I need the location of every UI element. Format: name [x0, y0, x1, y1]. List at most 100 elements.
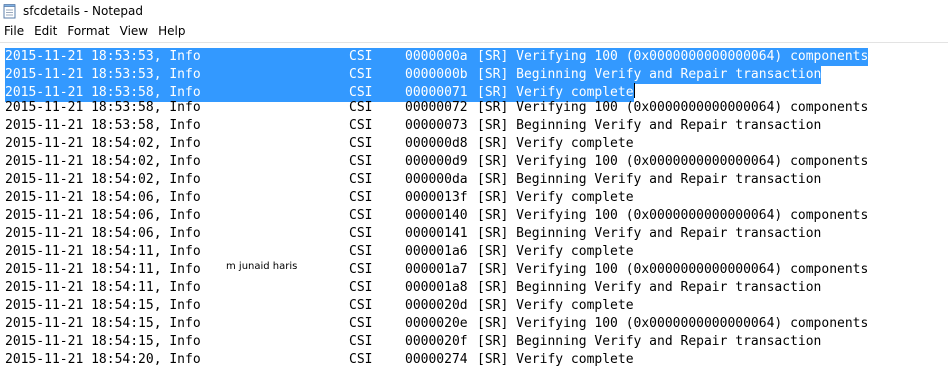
log-code: 00000274: [405, 352, 468, 367]
watermark-text: m junaid haris: [226, 261, 298, 272]
log-source: CSI: [349, 154, 373, 169]
log-timestamp: 2015-11-21 18:54:02, Info: [5, 136, 201, 151]
log-source: CSI: [349, 244, 373, 259]
log-code: 0000020e: [405, 316, 468, 331]
log-code: 0000000b: [405, 67, 468, 82]
log-source: CSI: [349, 316, 373, 331]
log-code: 000001a6: [405, 244, 468, 259]
log-code: 000000d8: [405, 136, 468, 151]
text-line-content: 2015-11-21 18:54:15, Info CSI 0000020f [SR]…: [5, 333, 868, 351]
log-source: CSI: [349, 226, 373, 241]
log-timestamp: 2015-11-21 18:54:06, Info: [5, 208, 201, 223]
notepad-window: sfcdetails - Notepad File Edit Format Vi…: [0, 0, 948, 370]
log-source: CSI: [349, 334, 373, 349]
log-timestamp: 2015-11-21 18:54:15, Info: [5, 334, 201, 349]
log-message: [SR] Verifying 100 (0x0000000000000064) …: [477, 49, 869, 64]
log-code: 00000073: [405, 118, 468, 133]
log-message: [SR] Verifying 100 (0x0000000000000064) …: [477, 100, 869, 115]
log-message: [SR] Verifying 100 (0x0000000000000064) …: [477, 154, 869, 169]
log-message: [SR] Verify complete: [477, 136, 634, 151]
log-message: [SR] Beginning Verify and Repair transac…: [477, 172, 822, 187]
text-line[interactable]: 2015-11-21 18:54:15, Info CSI 0000020e [SR]…: [5, 315, 868, 333]
log-code: 0000013f: [405, 190, 468, 205]
log-message: [SR] Verifying 100 (0x0000000000000064) …: [477, 208, 869, 223]
text-line-content: 2015-11-21 18:54:15, Info CSI 0000020d [SR]…: [5, 297, 868, 315]
text-line[interactable]: 2015-11-21 18:53:53, Info CSI 0000000a [SR]…: [5, 45, 869, 66]
log-source: CSI: [349, 49, 373, 64]
menu-view[interactable]: View: [115, 22, 153, 41]
log-code: 00000141: [405, 226, 468, 241]
text-line[interactable]: 2015-11-21 18:54:02, Info CSI 000000d9 [SR]…: [5, 153, 868, 171]
log-code: 0000020d: [405, 298, 468, 313]
text-line[interactable]: 2015-11-21 18:54:15, Info CSI 0000020f [SR]…: [5, 333, 868, 351]
text-caret: [634, 83, 635, 98]
log-timestamp: 2015-11-21 18:54:06, Info: [5, 226, 201, 241]
menu-edit[interactable]: Edit: [29, 22, 62, 41]
log-timestamp: 2015-11-21 18:54:11, Info: [5, 262, 201, 277]
log-source: CSI: [349, 172, 373, 187]
log-message: [SR] Verifying 100 (0x0000000000000064) …: [477, 262, 869, 277]
log-timestamp: 2015-11-21 18:53:58, Info: [5, 100, 201, 115]
text-editor-area[interactable]: 2015-11-21 18:53:53, Info CSI 0000000a [SR]…: [0, 42, 948, 370]
log-timestamp: 2015-11-21 18:54:11, Info: [5, 280, 201, 295]
selected-text-line: 2015-11-21 18:53:53, Info CSI 0000000b [SR]…: [5, 66, 822, 84]
text-line-content: 2015-11-21 18:54:02, Info CSI 000000d9 [SR]…: [5, 153, 868, 171]
log-source: CSI: [349, 67, 373, 82]
text-line-content: 2015-11-21 18:54:11, Info CSI 000001a6 [SR]…: [5, 243, 868, 261]
text-line[interactable]: 2015-11-21 18:53:53, Info CSI 0000000b [SR]…: [5, 63, 868, 84]
text-line-content: 2015-11-21 18:54:06, Info CSI 00000140 [SR]…: [5, 207, 868, 225]
text-line-content: 2015-11-21 18:54:06, Info CSI 0000013f [SR]…: [5, 189, 868, 207]
text-line[interactable]: 2015-11-21 18:53:58, Info CSI 00000073 [SR]…: [5, 117, 868, 135]
menu-bar: File Edit Format View Help: [0, 22, 948, 41]
log-code: 000001a8: [405, 280, 468, 295]
log-timestamp: 2015-11-21 18:54:11, Info: [5, 244, 201, 259]
log-message: [SR] Verify complete: [477, 352, 634, 367]
log-message: [SR] Verify complete: [477, 244, 634, 259]
log-timestamp: 2015-11-21 18:54:02, Info: [5, 154, 201, 169]
log-code: 00000140: [405, 208, 468, 223]
text-line-content: 2015-11-21 18:54:20, Info CSI 00000274 [SR]…: [5, 351, 868, 369]
text-line[interactable]: 2015-11-21 18:54:15, Info CSI 0000020d [SR]…: [5, 297, 868, 315]
log-source: CSI: [349, 298, 373, 313]
menu-file[interactable]: File: [0, 22, 29, 41]
text-line-content: 2015-11-21 18:54:11, Info CSI 000001a7 [SR]…: [5, 261, 868, 279]
text-line[interactable]: 2015-11-21 18:54:11, Info CSI 000001a7 [SR]…: [5, 261, 868, 279]
menu-format[interactable]: Format: [62, 22, 114, 41]
text-line[interactable]: 2015-11-21 18:54:06, Info CSI 0000013f [SR]…: [5, 189, 868, 207]
text-lines: 2015-11-21 18:53:53, Info CSI 0000000a [SR]…: [5, 45, 869, 369]
text-line[interactable]: 2015-11-21 18:53:58, Info CSI 00000072 [SR]…: [5, 99, 868, 117]
text-line[interactable]: 2015-11-21 18:54:02, Info CSI 000000da [SR]…: [5, 171, 868, 189]
text-line[interactable]: 2015-11-21 18:54:06, Info CSI 00000141 [SR]…: [5, 225, 868, 243]
log-timestamp: 2015-11-21 18:54:20, Info: [5, 352, 201, 367]
log-timestamp: 2015-11-21 18:53:58, Info: [5, 118, 201, 133]
log-message: [SR] Beginning Verify and Repair transac…: [477, 280, 822, 295]
log-timestamp: 2015-11-21 18:53:53, Info: [5, 67, 201, 82]
text-line-content: 2015-11-21 18:54:11, Info CSI 000001a8 [SR]…: [5, 279, 868, 297]
log-message: [SR] Beginning Verify and Repair transac…: [477, 226, 822, 241]
log-code: 00000072: [405, 100, 468, 115]
text-line[interactable]: 2015-11-21 18:54:20, Info CSI 00000274 [SR]…: [5, 351, 868, 369]
log-code: 000000d9: [405, 154, 468, 169]
log-timestamp: 2015-11-21 18:54:15, Info: [5, 298, 201, 313]
log-code: 000000da: [405, 172, 468, 187]
text-line[interactable]: 2015-11-21 18:54:06, Info CSI 00000140 [SR]…: [5, 207, 868, 225]
log-message: [SR] Verifying 100 (0x0000000000000064) …: [477, 316, 869, 331]
log-timestamp: 2015-11-21 18:54:15, Info: [5, 316, 201, 331]
log-message: [SR] Beginning Verify and Repair transac…: [477, 67, 822, 82]
text-line-content: 2015-11-21 18:54:06, Info CSI 00000141 [SR]…: [5, 225, 868, 243]
menu-help[interactable]: Help: [153, 22, 190, 41]
notepad-icon: [3, 3, 17, 19]
log-source: CSI: [349, 208, 373, 223]
text-line-content: 2015-11-21 18:54:15, Info CSI 0000020e [SR]…: [5, 315, 868, 333]
text-line-content: 2015-11-21 18:53:58, Info CSI 00000072 [SR]…: [5, 99, 868, 117]
log-source: CSI: [349, 118, 373, 133]
log-message: [SR] Verify complete: [477, 85, 634, 100]
log-code: 000001a7: [405, 262, 468, 277]
text-line[interactable]: 2015-11-21 18:54:02, Info CSI 000000d8 [SR]…: [5, 135, 868, 153]
text-line[interactable]: 2015-11-21 18:54:11, Info CSI 000001a6 [SR]…: [5, 243, 868, 261]
text-line[interactable]: 2015-11-21 18:54:11, Info CSI 000001a8 [SR]…: [5, 279, 868, 297]
log-source: CSI: [349, 136, 373, 151]
text-line-content: 2015-11-21 18:54:02, Info CSI 000000d8 [SR]…: [5, 135, 868, 153]
log-message: [SR] Beginning Verify and Repair transac…: [477, 334, 822, 349]
title-bar[interactable]: sfcdetails - Notepad: [0, 0, 948, 22]
